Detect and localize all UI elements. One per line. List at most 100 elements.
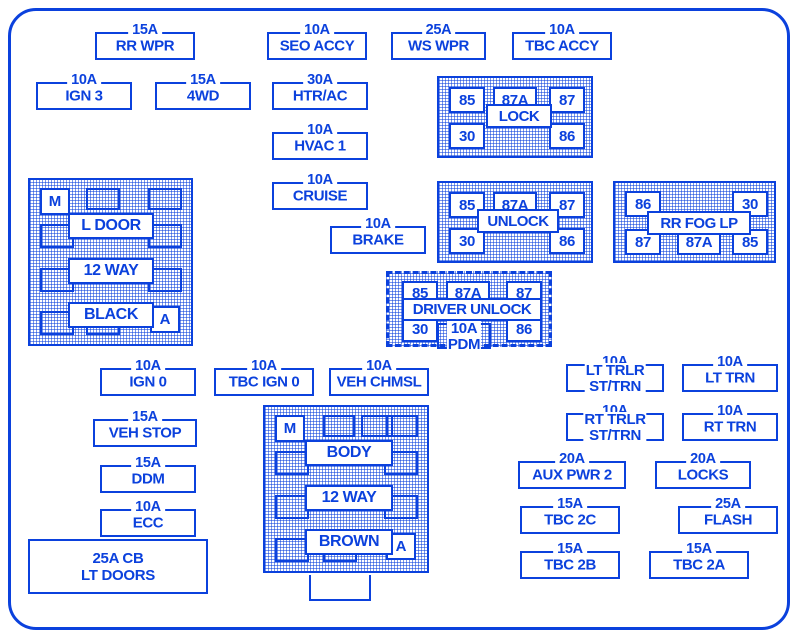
fuse-name-label: LT TRN — [704, 369, 756, 387]
fuse-amp-label: 15A — [131, 456, 165, 471]
fuse-name-label: TBC ACCY — [524, 37, 600, 55]
fuse-box-diagram: 15A RR WPR 10A SEO ACCY 25A WS WPR 10A TBC ACCY… — [0, 0, 800, 640]
fuse-name-label: RT TRLR ST/TRN — [583, 411, 647, 444]
fuse-amp-label: 10A — [361, 217, 395, 232]
relay-rr-fog-lp[interactable]: 86 30 87 87A 85 RR FOG LP — [613, 181, 776, 263]
fuse-cruise[interactable]: 10A CRUISE — [272, 173, 368, 210]
relay-terminal-30: 30 — [449, 123, 485, 149]
fuse-amp-label: 15A — [186, 73, 220, 88]
connector-marker-m: M — [275, 415, 305, 442]
breaker-line-1: 25A CB — [92, 549, 144, 567]
relay-label-rr-fog-lp: RR FOG LP — [647, 211, 751, 235]
connector-marker-m: M — [40, 188, 70, 215]
fuse-amp-label: 30A — [303, 73, 337, 88]
fuse-amp-label: 10A — [131, 359, 165, 374]
fuse-amp-label: 15A — [553, 542, 587, 557]
fuse-name-label: 4WD — [185, 87, 221, 105]
fuse-htr-ac[interactable]: 30A HTR/AC — [272, 73, 368, 110]
fuse-ddm[interactable]: 15A DDM — [100, 456, 196, 493]
fuse-name-label: ECC — [131, 514, 165, 532]
fuse-seo-accy[interactable]: 10A SEO ACCY — [267, 23, 367, 60]
fuse-lt-trlr-st-trn[interactable]: 10A LT TRLR ST/TRN — [566, 355, 664, 394]
fuse-name-label: TBC 2B — [543, 556, 597, 574]
fuse-amp-label: 10A — [362, 359, 396, 374]
fuse-amp-label: 10A — [713, 355, 747, 370]
fuse-tbc-ign-0[interactable]: 10A TBC IGN 0 — [214, 359, 314, 396]
fuse-amp-label: 25A — [711, 497, 745, 512]
fuse-ign-0[interactable]: 10A IGN 0 — [100, 359, 196, 396]
breaker-lt-doors[interactable]: 25A CB LT DOORS — [28, 539, 208, 594]
connector-pin — [86, 188, 120, 210]
fuse-amp-label: 10A — [545, 23, 579, 38]
connector-label: L DOOR — [68, 213, 154, 239]
fuse-amp-label: 10A — [713, 404, 747, 419]
fuse-name-label: 10A PDM — [446, 320, 482, 353]
fuse-veh-stop[interactable]: 15A VEH STOP — [93, 410, 197, 447]
fuse-ign-3[interactable]: 10A IGN 3 — [36, 73, 132, 110]
fuse-hvac-1[interactable]: 10A HVAC 1 — [272, 123, 368, 160]
fuse-name-label: VEH STOP — [107, 424, 183, 442]
fuse-ws-wpr[interactable]: 25A WS WPR — [391, 23, 486, 60]
fuse-amp-label: 10A — [131, 500, 165, 515]
fuse-name-label: LOCKS — [676, 466, 730, 484]
connector-pin — [386, 415, 418, 437]
relay-label-driver-unlock: DRIVER UNLOCK — [402, 298, 542, 321]
fuse-rt-trlr-st-trn[interactable]: 10A RT TRLR ST/TRN — [566, 404, 664, 444]
fuse-brake[interactable]: 10A BRAKE — [330, 217, 426, 254]
relay-label-lock: LOCK — [486, 104, 552, 128]
fuse-name-label: CRUISE — [291, 187, 349, 205]
fuse-aux-pwr-2[interactable]: 20A AUX PWR 2 — [518, 452, 626, 489]
fuse-pdm[interactable]: 10A10APDM — [437, 320, 491, 353]
fuse-tbc-2a[interactable]: 15A TBC 2A — [649, 542, 749, 579]
breaker-line-2: LT DOORS — [81, 566, 155, 584]
fuse-amp-label: 25A — [421, 23, 456, 38]
fuse-flash[interactable]: 25A FLASH — [678, 497, 778, 534]
fuse-name-label: WS WPR — [407, 37, 470, 55]
relay-unlock[interactable]: 85 87A 87 30 86 UNLOCK — [437, 181, 593, 263]
fuse-amp-label: 10A — [303, 173, 337, 188]
connector-left-door-connector[interactable]: M A L DOOR 12 WAY BLACK — [28, 178, 193, 346]
connector-pin — [275, 538, 309, 562]
fuse-name-label: IGN 3 — [64, 87, 104, 105]
connector-label: 12 WAY — [68, 258, 154, 284]
fuse-name-label: BRAKE — [351, 231, 405, 249]
relay-lock[interactable]: 85 87A 87 30 86 LOCK — [437, 76, 593, 158]
fuse-amp-label: 15A — [682, 542, 716, 557]
connector-pin — [323, 415, 355, 437]
fuse-locks[interactable]: 20A LOCKS — [655, 452, 751, 489]
relay-terminal-86: 86 — [549, 123, 585, 149]
connector-pin — [275, 451, 309, 475]
fuse-veh-chmsl[interactable]: 10A VEH CHMSL — [329, 359, 429, 396]
fuse-name-label: TBC IGN 0 — [227, 373, 301, 391]
fuse-amp-label: 10A — [300, 23, 334, 38]
connector-pin — [148, 188, 182, 210]
fuse-amp-label: 15A — [128, 23, 162, 38]
fuse-amp-label: 10A — [303, 123, 337, 138]
relay-terminal-85: 85 — [449, 87, 485, 113]
fuse-name-label: VEH CHMSL — [335, 373, 423, 391]
fuse-name-label: IGN 0 — [128, 373, 168, 391]
fuse-tbc-accy[interactable]: 10A TBC ACCY — [512, 23, 612, 60]
fuse-name-label: FLASH — [703, 511, 753, 529]
fuse-rr-wpr[interactable]: 15A RR WPR — [95, 23, 195, 60]
connector-label: BROWN — [305, 529, 393, 555]
fuse-name-label: HVAC 1 — [293, 137, 347, 155]
fuse-tbc-2c[interactable]: 15A TBC 2C — [520, 497, 620, 534]
fuse-tbc-2b[interactable]: 15A TBC 2B — [520, 542, 620, 579]
fuse-name-label: HTR/AC — [291, 87, 349, 105]
connector-label: BLACK — [68, 302, 154, 328]
connector-label: BODY — [305, 440, 393, 466]
fuse-name-label: AUX PWR 2 — [531, 466, 613, 484]
connector-pin — [275, 495, 309, 519]
fuse-amp-label: 20A — [555, 452, 589, 467]
fuse-name-label: TBC 2C — [543, 511, 597, 529]
fuse-rt-trn[interactable]: 10A RT TRN — [682, 404, 778, 441]
fuse-amp-label: 15A — [553, 497, 587, 512]
fuse-amp-label: 20A — [686, 452, 720, 467]
fuse-4wd[interactable]: 15A 4WD — [155, 73, 251, 110]
fuse-name-label: SEO ACCY — [278, 37, 356, 55]
fuse-ecc[interactable]: 10A ECC — [100, 500, 196, 537]
fuse-lt-trn[interactable]: 10A LT TRN — [682, 355, 778, 392]
relay-label-unlock: UNLOCK — [477, 209, 559, 233]
connector-body-brown-connector[interactable]: M A BODY 12 WAY BROWN — [263, 405, 429, 601]
